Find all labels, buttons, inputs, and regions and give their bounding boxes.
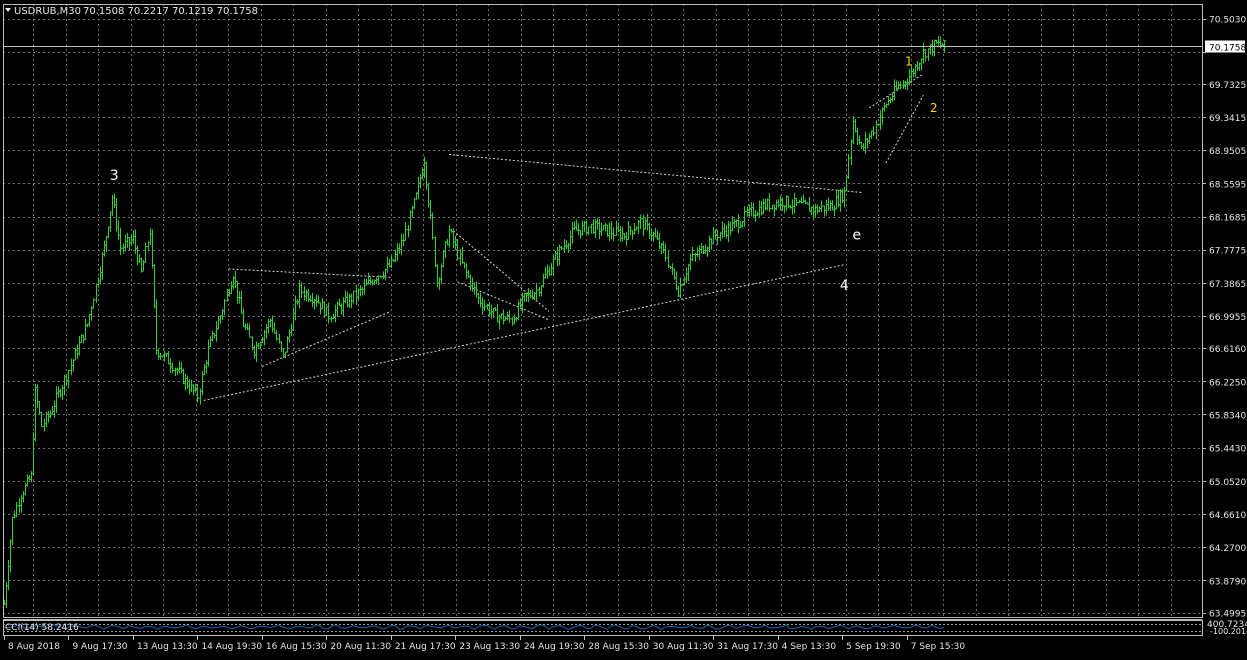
- x-tick-label: 28 Aug 15:30: [588, 642, 649, 652]
- x-tick-label: 23 Aug 13:30: [459, 642, 520, 652]
- x-tick-label: 20 Aug 11:30: [330, 642, 391, 652]
- x-tick-label: 31 Aug 17:30: [717, 642, 778, 652]
- x-tick-label: 24 Aug 19:30: [524, 642, 585, 652]
- x-tick-label: 14 Aug 19:30: [201, 642, 262, 652]
- x-tick-label: 9 Aug 17:30: [72, 642, 127, 652]
- y-tick-label: 66.9955: [1209, 313, 1246, 323]
- y-tick-label: 67.7775: [1209, 247, 1246, 257]
- x-tick-label: 30 Aug 11:30: [653, 642, 714, 652]
- y-tick-label: 65.4430: [1209, 445, 1246, 455]
- y-tick-label: 64.6610: [1209, 511, 1246, 521]
- wave-label: e: [852, 227, 861, 243]
- wave-label: 3: [110, 168, 119, 184]
- x-tick-label: 5 Sep 19:30: [846, 642, 901, 652]
- cci-bottom-label: -100.2014: [1210, 627, 1247, 636]
- price-chart[interactable]: 3 e 4 1 2 70.1758 70.5030 69.7325 69.3415 68.95…: [0, 0, 1247, 656]
- y-tick-label: 64.2700: [1209, 544, 1246, 554]
- y-tick-label: 69.7325: [1209, 81, 1246, 91]
- y-tick-label: 69.3415: [1209, 114, 1246, 124]
- x-tick-label: 13 Aug 13:30: [137, 642, 198, 652]
- y-tick-label: 67.3865: [1209, 280, 1246, 290]
- y-tick-label: 65.0520: [1209, 478, 1246, 488]
- chart-window[interactable]: 3 e 4 1 2 70.1758 70.5030 69.7325 69.3415 68.95…: [0, 0, 1247, 656]
- y-tick-label: 68.5595: [1209, 180, 1246, 190]
- x-tick-label: 7 Sep 15:30: [911, 642, 966, 652]
- symbol-label: USDRUB,M30: [14, 6, 81, 17]
- y-tick-label: 63.8790: [1209, 577, 1246, 587]
- x-tick-label: 4 Sep 13:30: [782, 642, 837, 652]
- y-tick-label: 66.6160: [1209, 345, 1246, 355]
- y-tick-label: 63.4995: [1209, 610, 1246, 620]
- wave-label: 4: [840, 278, 849, 294]
- current-price-value: 70.1758: [1209, 44, 1246, 54]
- y-tick-label: 68.9505: [1209, 147, 1246, 157]
- x-tick-label: 21 Aug 17:30: [395, 642, 456, 652]
- cci-label: CCI(14) 58.2416: [5, 623, 79, 633]
- ohlc-label: 70.1508 70.2217 70.1219 70.1758: [83, 6, 258, 17]
- x-tick-label: 16 Aug 15:30: [266, 642, 327, 652]
- y-tick-label: 65.8340: [1209, 412, 1246, 422]
- wave-label: 1: [905, 54, 913, 68]
- wave-label: 2: [930, 101, 938, 115]
- y-tick-label: 68.1685: [1209, 214, 1246, 224]
- y-tick-label: 70.5030: [1209, 16, 1246, 26]
- x-tick-label: 8 Aug 2018: [8, 642, 60, 652]
- y-tick-label: 66.2250: [1209, 378, 1246, 388]
